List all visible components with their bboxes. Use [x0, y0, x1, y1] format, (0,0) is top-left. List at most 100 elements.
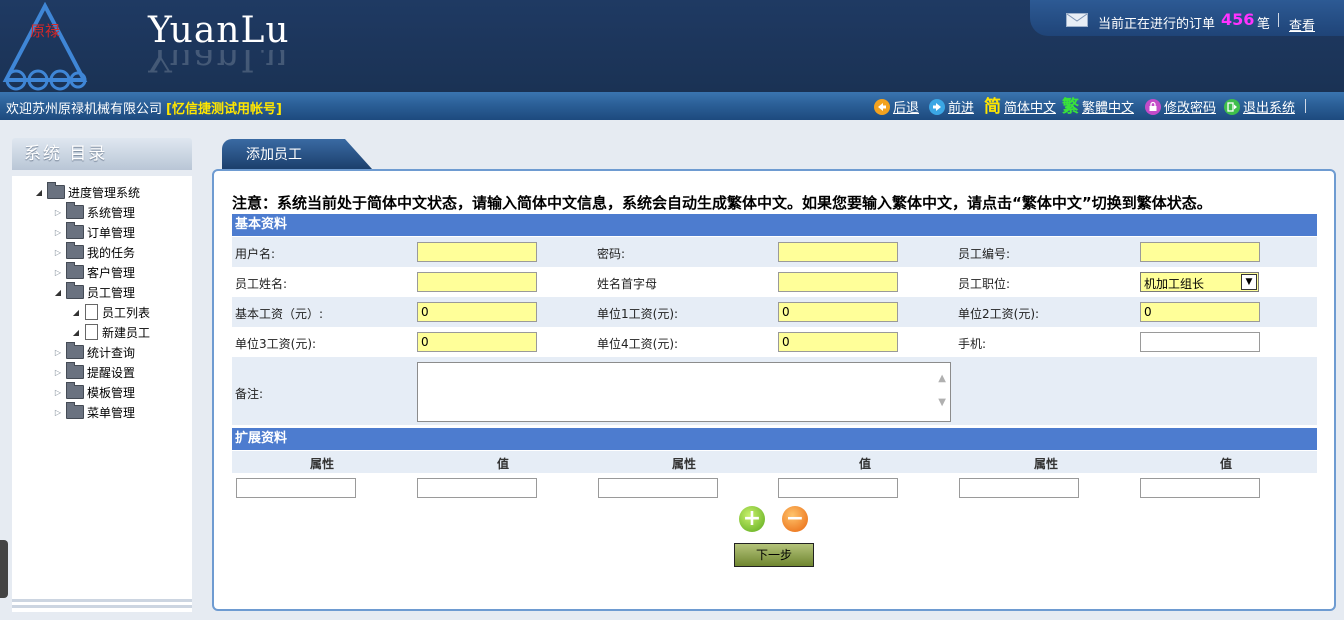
employee-name-input[interactable] [417, 272, 537, 292]
forward-button[interactable]: 前进 [929, 97, 974, 116]
position-label: 员工职位: [958, 277, 1011, 291]
tree-item-templates[interactable]: ▷ 模板管理 [52, 382, 135, 402]
base-salary-input[interactable] [417, 302, 537, 322]
exit-icon [1224, 98, 1240, 115]
extended-info-header: 扩展资料 [232, 428, 1317, 450]
simplified-char-icon: 简 [984, 96, 1001, 117]
tree-item-new-employee[interactable]: ◢ 新建员工 [70, 322, 150, 342]
folder-icon [66, 382, 84, 399]
sidebar-footer [12, 596, 192, 612]
password-input[interactable] [778, 242, 898, 262]
tree-item-statistics[interactable]: ▷ 统计查询 [52, 342, 135, 362]
basic-info-header: 基本资料 [232, 214, 1317, 236]
expand-triangle-icon[interactable]: ▷ [52, 228, 64, 237]
employee-no-label: 员工编号: [958, 247, 1011, 261]
scroll-up-icon[interactable]: ▲ [938, 373, 946, 384]
expand-triangle-icon[interactable]: ▷ [52, 248, 64, 257]
document-icon [85, 324, 98, 340]
tree-root[interactable]: ◢ 进度管理系统 [33, 182, 140, 202]
expand-triangle-icon[interactable]: ▷ [52, 208, 64, 217]
folder-icon [66, 402, 84, 419]
position-select[interactable]: 机加工组长 ▼ [1140, 272, 1259, 292]
remark-label: 备注: [235, 387, 264, 401]
base-salary-label: 基本工资（元）: [235, 307, 324, 321]
unit3-salary-label: 单位3工资(元): [235, 337, 317, 351]
unit1-salary-input[interactable] [778, 302, 898, 322]
employee-no-input[interactable] [1140, 242, 1260, 262]
name-initials-input[interactable] [778, 272, 898, 292]
extended-attribute-input[interactable] [959, 478, 1079, 498]
collapse-triangle-icon[interactable]: ◢ [52, 288, 64, 297]
forward-arrow-icon [929, 98, 945, 115]
brand-name: YuanLu [148, 10, 290, 51]
folder-icon [66, 222, 84, 239]
mobile-input[interactable] [1140, 332, 1260, 352]
divider [1305, 99, 1306, 113]
mail-icon [1066, 13, 1088, 27]
username-label: 用户名: [235, 247, 276, 261]
collapse-triangle-icon[interactable]: ◢ [33, 188, 45, 197]
remark-textarea[interactable]: ▲ ▼ [417, 362, 951, 422]
back-arrow-icon [874, 98, 890, 115]
simplified-chinese-button[interactable]: 简 简体中文 [984, 97, 1056, 116]
unit2-salary-input[interactable] [1140, 302, 1260, 322]
extended-value-input[interactable] [417, 478, 537, 498]
logout-button[interactable]: 退出系统 [1224, 97, 1295, 116]
tree-item-employees[interactable]: ◢ 员工管理 [52, 282, 135, 302]
scroll-down-icon[interactable]: ▼ [938, 397, 946, 408]
unit3-salary-input[interactable] [417, 332, 537, 352]
tree-root-label: 进度管理系统 [68, 185, 141, 200]
tree-item-system[interactable]: ▷ 系统管理 [52, 202, 135, 222]
tree-item-customers[interactable]: ▷ 客户管理 [52, 262, 135, 282]
expand-triangle-icon[interactable]: ▷ [52, 268, 64, 277]
traditional-chinese-button[interactable]: 繁 繁體中文 [1062, 97, 1134, 116]
mobile-label: 手机: [958, 337, 987, 351]
remove-row-button[interactable]: − [782, 506, 808, 532]
expand-triangle-icon[interactable]: ▷ [52, 368, 64, 377]
add-row-button[interactable]: + [739, 506, 765, 532]
folder-icon [47, 182, 65, 199]
folder-icon [66, 262, 84, 279]
tree-item-tasks[interactable]: ▷ 我的任务 [52, 242, 135, 262]
change-password-button[interactable]: 修改密码 [1145, 97, 1216, 116]
attribute-column-header: 属性 [1033, 457, 1058, 471]
order-count: 456 [1221, 10, 1255, 29]
welcome-message: 欢迎苏州原禄机械有限公司 [忆信捷测试用帐号] [6, 98, 282, 117]
minus-icon: − [785, 506, 805, 531]
plus-icon: + [742, 506, 762, 531]
value-column-header: 值 [1219, 457, 1232, 471]
tree-item-employee-list[interactable]: ◢ 员工列表 [70, 302, 150, 322]
tree-item-reminders[interactable]: ▷ 提醒设置 [52, 362, 135, 382]
extended-header-row [232, 451, 1317, 473]
view-orders-link[interactable]: 查看 [1289, 15, 1315, 34]
order-unit: 笔 [1257, 17, 1271, 32]
back-button[interactable]: 后退 [874, 97, 919, 116]
welcome-text: 欢迎苏州原禄机械有限公司 [6, 102, 163, 117]
tab-add-employee[interactable]: 添加员工 [222, 139, 372, 169]
extended-attribute-input[interactable] [236, 478, 356, 498]
next-step-button[interactable]: 下一步 [734, 543, 814, 567]
expand-triangle-icon[interactable]: ▷ [52, 348, 64, 357]
company-logo: 原禄 [2, 2, 88, 91]
extended-attribute-input[interactable] [598, 478, 718, 498]
leaf-marker-icon: ◢ [72, 307, 80, 317]
folder-icon [66, 202, 84, 219]
unit4-salary-input[interactable] [778, 332, 898, 352]
expand-triangle-icon[interactable]: ▷ [52, 388, 64, 397]
extended-value-input[interactable] [778, 478, 898, 498]
name-initials-label: 姓名首字母 [597, 277, 658, 291]
username-input[interactable] [417, 242, 537, 262]
side-handle[interactable] [0, 540, 8, 598]
document-icon [85, 304, 98, 320]
tree-item-menus[interactable]: ▷ 菜单管理 [52, 402, 135, 422]
attribute-column-header: 属性 [309, 457, 334, 471]
chevron-down-icon[interactable]: ▼ [1241, 274, 1257, 290]
unit1-salary-label: 单位1工资(元): [597, 307, 679, 321]
svg-text:原禄: 原禄 [30, 22, 60, 40]
value-column-header: 值 [858, 457, 871, 471]
order-status-box: 当前正在进行的订单 456 笔 查看 [1030, 0, 1344, 36]
expand-triangle-icon[interactable]: ▷ [52, 408, 64, 417]
account-label: [忆信捷测试用帐号] [166, 102, 282, 117]
extended-value-input[interactable] [1140, 478, 1260, 498]
tree-item-orders[interactable]: ▷ 订单管理 [52, 222, 135, 242]
